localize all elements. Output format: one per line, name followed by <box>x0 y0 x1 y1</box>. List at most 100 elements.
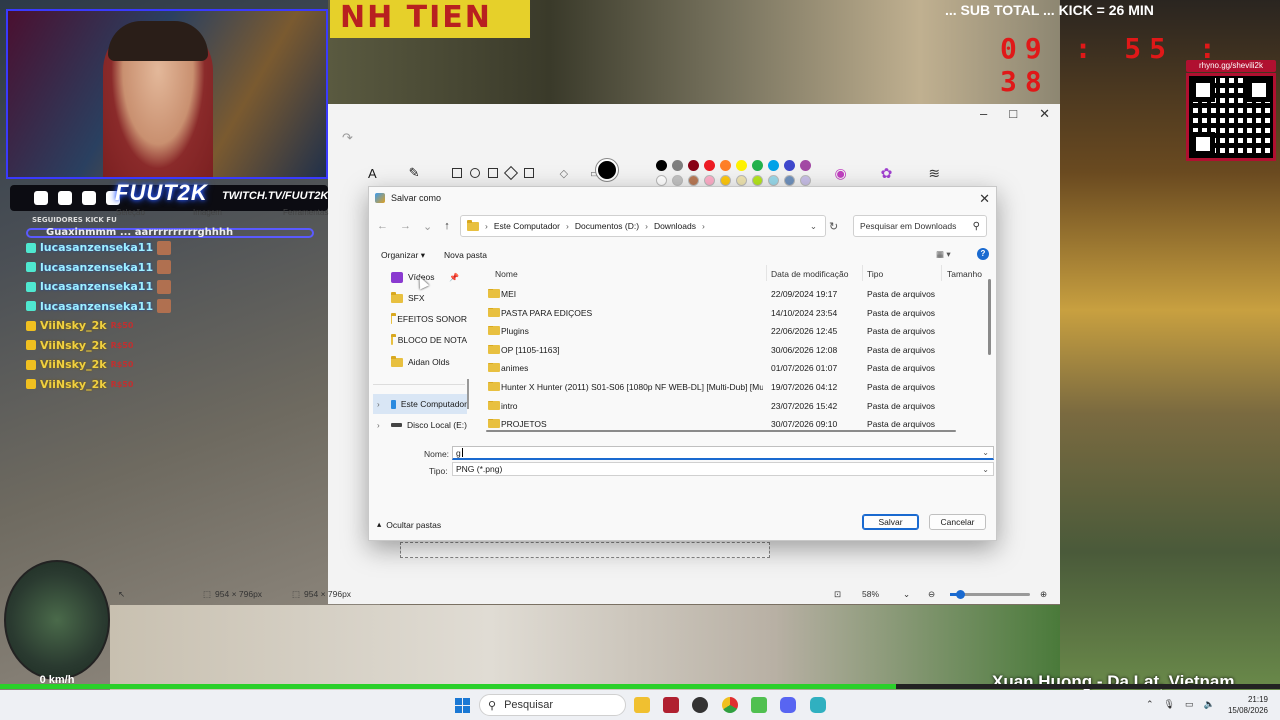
refresh-icon[interactable]: ↻ <box>829 220 838 233</box>
brush-icon[interactable]: ✎ <box>409 165 420 181</box>
paint-icon[interactable] <box>810 697 826 713</box>
color-swatch[interactable] <box>800 175 812 186</box>
chevron-right-icon[interactable]: › <box>377 400 380 409</box>
close-icon[interactable]: ✕ <box>1039 106 1050 122</box>
outline-icon[interactable]: ◇ <box>560 167 568 180</box>
file-row[interactable]: OP [1105-1163] 30/06/2026 12:08 Pasta de a… <box>473 340 983 359</box>
column-size[interactable]: Tamanho <box>947 269 982 279</box>
diamond-shape-icon[interactable] <box>503 165 518 181</box>
color-swatch[interactable] <box>784 175 796 186</box>
back-icon[interactable]: ← <box>377 220 388 233</box>
copilot-icon[interactable]: ✿ <box>881 165 893 182</box>
nav-item-sfx[interactable]: SFX <box>373 288 467 308</box>
vertical-scrollbar[interactable] <box>988 279 991 355</box>
text-tool-icon[interactable]: A <box>368 166 377 181</box>
recent-locations-icon[interactable]: ⌄ <box>423 220 432 233</box>
column-divider[interactable] <box>766 265 767 281</box>
color-swatch[interactable] <box>688 175 700 186</box>
forward-icon[interactable]: → <box>400 220 411 233</box>
line-shape-icon[interactable] <box>451 168 462 178</box>
close-icon[interactable]: ✕ <box>979 191 990 207</box>
zoom-slider[interactable] <box>950 590 1030 599</box>
volume-icon[interactable]: 🔈 <box>1204 699 1215 710</box>
nav-item-aidan[interactable]: Aidan Olds <box>373 352 467 372</box>
kick-icon[interactable] <box>751 697 767 713</box>
color-swatch[interactable] <box>720 175 732 186</box>
organize-button[interactable]: Organizar ▾ <box>381 250 425 261</box>
file-row[interactable]: PROJETOS 30/07/2026 09:10 Pasta de arquivo… <box>473 414 983 430</box>
minimize-icon[interactable]: – <box>980 106 987 122</box>
filetype-select[interactable]: PNG (*.png) ⌄ <box>452 462 994 476</box>
column-divider[interactable] <box>862 265 863 281</box>
redo-icon[interactable]: ↷ <box>342 130 353 146</box>
color-swatch[interactable] <box>784 160 796 171</box>
file-row[interactable]: MEI 22/09/2024 19:17 Pasta de arquivos <box>473 284 983 303</box>
layers-icon[interactable]: ≋ <box>928 165 940 182</box>
network-icon[interactable]: ▭ <box>1185 699 1194 710</box>
zoom-in-icon[interactable]: ⊕ <box>1040 589 1047 600</box>
column-divider[interactable] <box>941 265 942 281</box>
color-swatch[interactable] <box>752 175 764 186</box>
address-bar[interactable]: › Este Computador › Documentos (D:) › Do… <box>460 215 826 237</box>
nav-pane-splitter[interactable] <box>467 379 469 409</box>
discord-icon[interactable] <box>780 697 796 713</box>
zoom-out-icon[interactable]: ⊖ <box>928 589 935 600</box>
file-row[interactable]: intro 23/07/2026 15:42 Pasta de arquivos <box>473 396 983 415</box>
new-folder-button[interactable]: Nova pasta <box>444 250 487 260</box>
maximize-icon[interactable]: □ <box>1009 106 1017 122</box>
horizontal-scrollbar[interactable] <box>486 430 956 432</box>
up-icon[interactable]: ↑ <box>444 220 450 233</box>
filename-input[interactable]: g ⌄ <box>452 446 994 460</box>
color-swatch[interactable] <box>736 160 748 171</box>
obs-icon[interactable] <box>692 697 708 713</box>
chevron-down-icon[interactable]: ⌄ <box>982 448 989 457</box>
color-swatch[interactable] <box>672 160 684 171</box>
help-icon[interactable]: ? <box>977 248 989 260</box>
rectangle-shape-icon[interactable] <box>487 168 498 178</box>
file-row[interactable]: animes 01/07/2026 01:07 Pasta de arquivos <box>473 358 983 377</box>
file-row[interactable]: PASTA PARA EDIÇOES 14/10/2024 23:54 Pasta … <box>473 303 983 322</box>
oval-shape-icon[interactable] <box>469 168 480 178</box>
microphone-icon[interactable]: 🎙 <box>1164 699 1175 710</box>
chevron-right-icon[interactable]: › <box>377 421 380 430</box>
start-icon[interactable] <box>455 698 470 713</box>
breadcrumb-documents[interactable]: Documentos (D:) <box>575 221 639 231</box>
search-input[interactable]: Pesquisar em Downloads ⚲ <box>853 215 987 237</box>
view-options-button[interactable]: ▦ ▾ <box>936 249 951 260</box>
color-swatch[interactable] <box>768 160 780 171</box>
hide-folders-button[interactable]: ▴ Ocultar pastas <box>377 519 441 530</box>
fit-to-window-icon[interactable]: ⊡ <box>834 589 841 600</box>
color-swatch[interactable] <box>736 175 748 186</box>
color-swatch[interactable] <box>672 175 684 186</box>
taskbar-search[interactable]: ⚲ Pesquisar <box>479 694 626 716</box>
file-explorer-icon[interactable] <box>634 697 650 713</box>
app-icon[interactable] <box>663 697 679 713</box>
color-swatch[interactable] <box>752 160 764 171</box>
triangle-shape-icon[interactable] <box>523 168 534 178</box>
color-swatch[interactable] <box>704 160 716 171</box>
column-type[interactable]: Tipo <box>867 269 883 279</box>
file-row[interactable]: Hunter X Hunter (2011) S01-S06 [1080p NF… <box>473 377 983 396</box>
color-swatch[interactable] <box>688 160 700 171</box>
current-color-swatch[interactable] <box>596 159 618 181</box>
nav-item-this-pc[interactable]: › Este Computador <box>373 394 467 414</box>
color-swatch[interactable] <box>656 175 668 186</box>
clock[interactable]: 21:19 15/08/2026 <box>1228 694 1268 716</box>
color-swatch[interactable] <box>768 175 780 186</box>
column-name[interactable]: Nome <box>495 269 518 279</box>
color-swatch[interactable] <box>720 160 732 171</box>
breadcrumb-this-pc[interactable]: Este Computador <box>494 221 560 231</box>
save-button[interactable]: Salvar <box>862 514 919 530</box>
zoom-dropdown[interactable]: 58% ⌄ <box>862 589 910 600</box>
canvas[interactable] <box>400 542 770 558</box>
breadcrumb-downloads[interactable]: Downloads <box>654 221 696 231</box>
nav-item-efeitos[interactable]: EFEITOS SONOR <box>373 309 467 329</box>
nav-item-bloco[interactable]: BLOCO DE NOTA <box>373 330 467 350</box>
cancel-button[interactable]: Cancelar <box>929 514 986 530</box>
chevron-up-icon[interactable]: ⌃ <box>1146 699 1154 710</box>
file-row[interactable]: Plugins 22/06/2026 12:45 Pasta de arquivos <box>473 321 983 340</box>
chrome-icon[interactable] <box>722 697 738 713</box>
column-modified[interactable]: Data de modificação <box>771 269 849 279</box>
zoom-slider-knob[interactable] <box>956 590 965 599</box>
nav-item-disk-e[interactable]: › Disco Local (E:) <box>373 415 467 435</box>
